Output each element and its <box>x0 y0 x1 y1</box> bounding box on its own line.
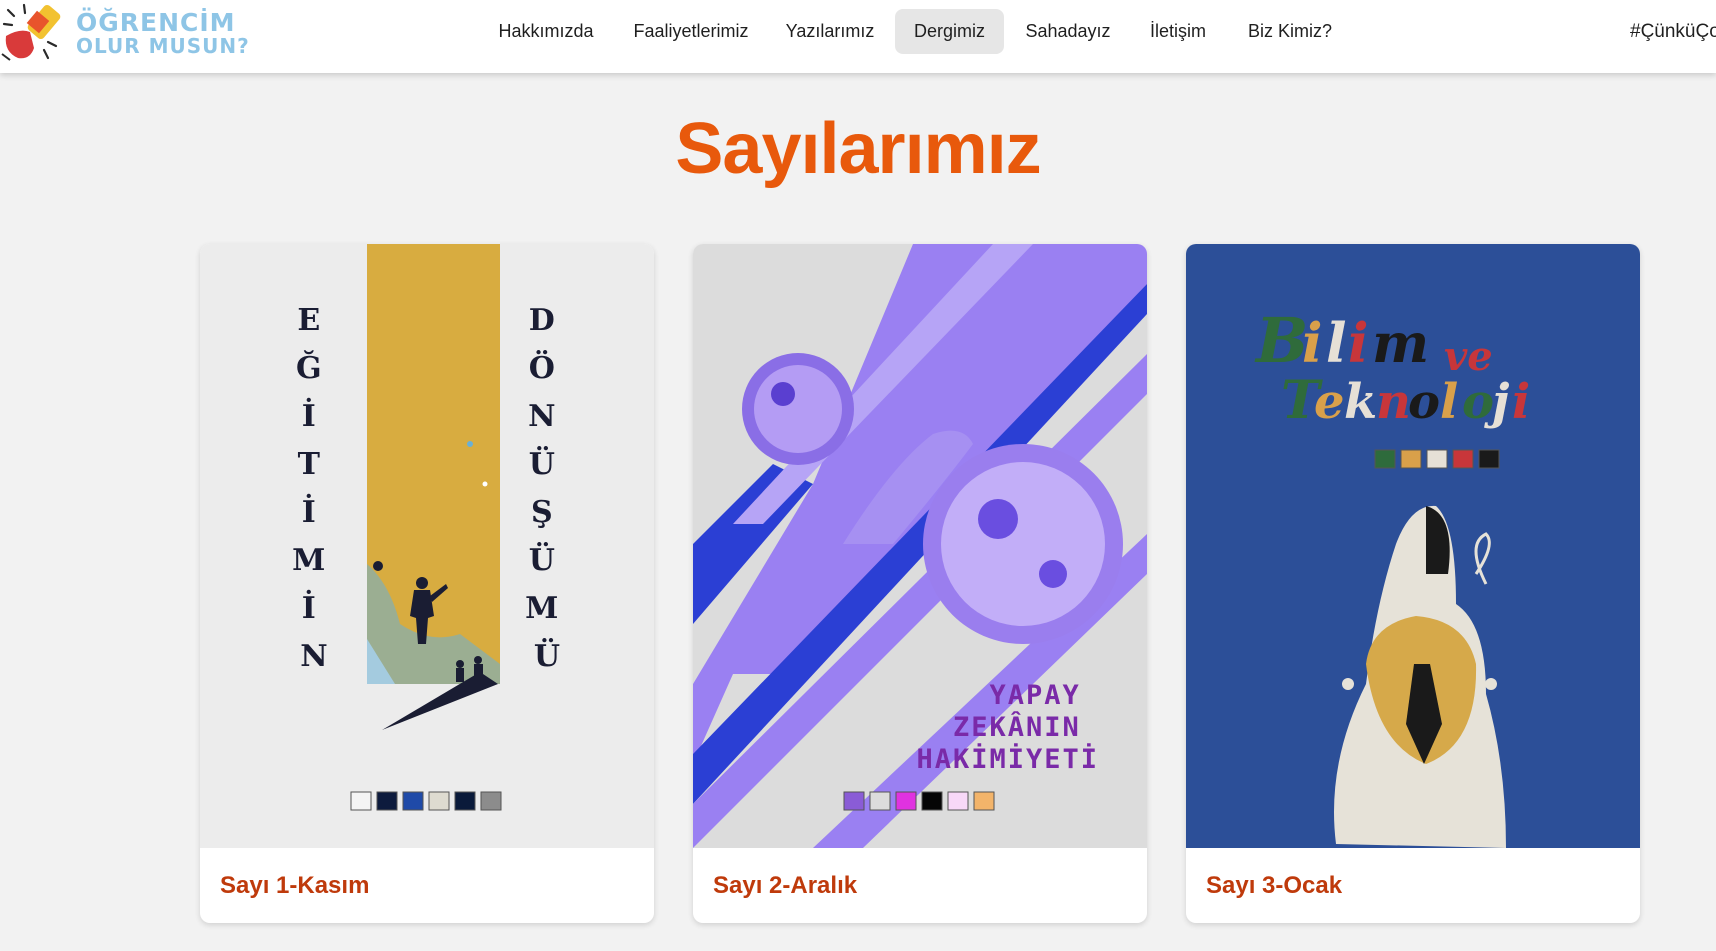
cover1-right-letter: Ü <box>529 541 555 578</box>
cover2-line: HAKİMİYETİ <box>916 743 1099 775</box>
nav-item-dergimiz[interactable]: Dergimiz <box>895 9 1004 54</box>
logo-line1: ÖĞRENCİM <box>76 8 236 37</box>
color-swatch <box>1478 449 1500 469</box>
color-swatch <box>402 791 424 811</box>
svg-text:B: B <box>1254 304 1308 377</box>
issue-1-cover: E Ğ İ T İ M İ N D Ö N Ü Ş Ü M Ü <box>200 244 654 848</box>
cover1-right-letter: M <box>525 591 558 626</box>
issue-2-label[interactable]: Sayı 2-Aralık <box>713 872 857 900</box>
svg-text:e: e <box>1314 374 1345 430</box>
color-swatch <box>350 791 372 811</box>
svg-text:k: k <box>1344 374 1377 430</box>
color-swatch <box>1374 449 1396 469</box>
logo-line2: OLUR MUSUN? <box>76 34 250 58</box>
svg-text:o: o <box>1462 374 1494 430</box>
svg-text:ve: ve <box>1444 333 1493 380</box>
nav-item-hakkimizda[interactable]: Hakkımızda <box>490 9 602 54</box>
cover1-right-letter: Ü <box>529 445 555 482</box>
nav-item-sahadayiz[interactable]: Sahadayız <box>1020 9 1116 54</box>
svg-text:l: l <box>1326 311 1347 375</box>
color-swatch <box>428 791 450 811</box>
issue-1-label[interactable]: Sayı 1-Kasım <box>220 872 369 900</box>
cover2-line: ZEKÂNIN <box>953 711 1081 743</box>
cover1-right-letter: N <box>528 399 555 434</box>
color-swatch <box>1400 449 1422 469</box>
cover1-left-letter: E <box>297 303 320 338</box>
cover1-right-letter: D <box>529 303 555 338</box>
svg-text:l: l <box>1440 374 1458 430</box>
nav-item-biz-kimiz[interactable]: Biz Kimiz? <box>1240 9 1340 54</box>
cover1-left-letter: Ğ <box>296 350 322 386</box>
issue-3-label[interactable]: Sayı 3-Ocak <box>1206 872 1342 900</box>
color-swatch <box>454 791 476 811</box>
svg-text:i: i <box>1302 311 1323 375</box>
cover1-right-letter: Ü <box>534 637 560 674</box>
svg-text:o: o <box>1408 374 1440 430</box>
cover2-line: YAPAY <box>989 680 1080 711</box>
color-swatch <box>843 791 865 811</box>
cover1-left-letter: M <box>292 543 325 578</box>
logo-pencil-icon <box>1 3 61 61</box>
nav-item-yazilarimiz[interactable]: Yazılarımız <box>780 9 880 54</box>
top-navbar: ÖĞRENCİM OLUR MUSUN? Hakkımızda Faaliyet… <box>0 0 1716 73</box>
color-swatch <box>895 791 917 811</box>
nav-hashtag-link[interactable]: #ÇünküÇo <box>1630 9 1716 54</box>
svg-text:i: i <box>1512 374 1530 430</box>
issue-3-cover: B i l i m ve T e k n o l o j i <box>1186 244 1640 848</box>
cover1-left-letter: İ <box>302 397 316 434</box>
site-logo[interactable]: ÖĞRENCİM OLUR MUSUN? <box>0 0 250 73</box>
color-swatch <box>1426 449 1448 469</box>
issue-card-1[interactable]: E Ğ İ T İ M İ N D Ö N Ü Ş Ü M Ü Sayı 1-K… <box>200 244 654 923</box>
issue-card-2[interactable]: YAPAY ZEKÂNIN HAKİMİYETİ Sayı 2-Aralık <box>693 244 1147 923</box>
color-swatch <box>947 791 969 811</box>
cover1-right-letter: Ö <box>529 349 555 386</box>
cover1-left-letter: T <box>298 447 321 482</box>
cover1-left-letter: İ <box>302 589 316 626</box>
svg-text:n: n <box>1376 374 1411 430</box>
color-swatch <box>973 791 995 811</box>
svg-text:i: i <box>1348 311 1369 375</box>
issue-card-3[interactable]: B i l i m ve T e k n o l o j i Sayı 3-Oc… <box>1186 244 1640 923</box>
color-swatch <box>480 791 502 811</box>
color-swatch <box>921 791 943 811</box>
issue-2-cover: YAPAY ZEKÂNIN HAKİMİYETİ <box>693 244 1147 848</box>
nav-item-iletisim[interactable]: İletişim <box>1140 9 1216 54</box>
page-title: Sayılarımız <box>675 109 1041 189</box>
cover1-left-letter: N <box>300 639 327 674</box>
cover1-right-letter: Ş <box>531 495 553 530</box>
cover1-left-letter: İ <box>302 493 316 530</box>
color-swatch <box>376 791 398 811</box>
svg-text:m: m <box>1372 311 1429 375</box>
nav-item-faaliyetlerimiz[interactable]: Faaliyetlerimiz <box>628 9 754 54</box>
color-swatch <box>1452 449 1474 469</box>
color-swatch <box>869 791 891 811</box>
